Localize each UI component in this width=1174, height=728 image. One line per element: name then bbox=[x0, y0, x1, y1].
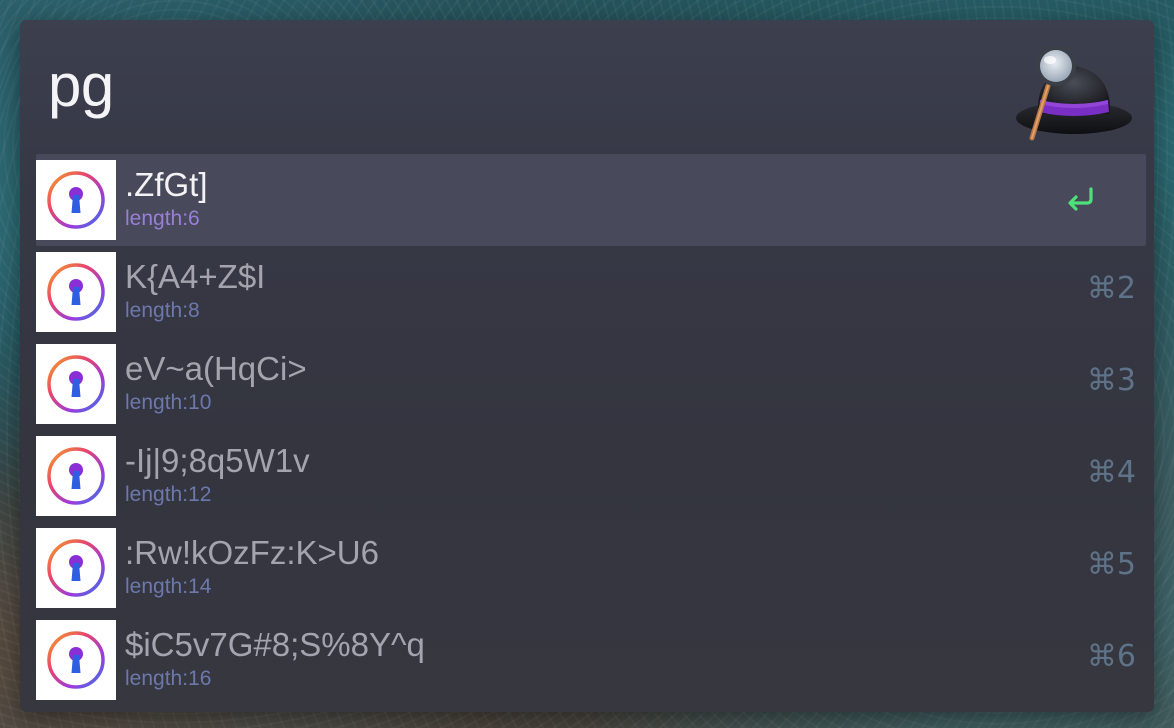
result-row-3[interactable]: eV~a(HqCi> length:10 ⌘3 bbox=[36, 338, 1146, 430]
result-row-6[interactable]: $iC5v7G#8;S%8Y^q length:16 ⌘6 bbox=[36, 614, 1146, 706]
result-title: $iC5v7G#8;S%8Y^q bbox=[125, 626, 425, 663]
search-input[interactable]: pg bbox=[48, 56, 114, 116]
result-subtitle: length:8 bbox=[125, 299, 200, 322]
shortcut-label: ⌘5 bbox=[1086, 547, 1136, 582]
result-row-5[interactable]: :Rw!kOzFz:K>U6 length:14 ⌘5 bbox=[36, 522, 1146, 614]
shortcut-label: ⌘6 bbox=[1086, 639, 1136, 674]
result-subtitle: length:12 bbox=[125, 483, 212, 506]
result-title: .ZfGt] bbox=[125, 166, 208, 203]
result-row-1[interactable]: .ZfGt] length:6 bbox=[36, 154, 1146, 246]
keyhole-icon bbox=[36, 160, 116, 240]
result-subtitle: length:14 bbox=[125, 575, 212, 598]
return-arrow-icon bbox=[1068, 187, 1093, 211]
result-subtitle: length:10 bbox=[125, 391, 212, 414]
shortcut-label: ⌘2 bbox=[1086, 271, 1136, 306]
keyhole-icon bbox=[36, 252, 116, 332]
keyhole-icon bbox=[36, 528, 116, 608]
alfred-window: pg .ZfGt] length:6 K{A4+Z$I length:8 ⌘2 … bbox=[20, 20, 1154, 712]
keyhole-icon bbox=[36, 344, 116, 424]
result-subtitle: length:16 bbox=[125, 667, 212, 690]
result-row-4[interactable]: -Ij|9;8q5W1v length:12 ⌘4 bbox=[36, 430, 1146, 522]
result-title: -Ij|9;8q5W1v bbox=[125, 442, 310, 479]
results-list: .ZfGt] length:6 K{A4+Z$I length:8 ⌘2 eV~… bbox=[36, 154, 1146, 706]
result-title: K{A4+Z$I bbox=[125, 258, 266, 295]
result-row-2[interactable]: K{A4+Z$I length:8 ⌘2 bbox=[36, 246, 1146, 338]
shortcut-label: ⌘4 bbox=[1086, 455, 1136, 490]
result-title: :Rw!kOzFz:K>U6 bbox=[125, 534, 379, 571]
result-subtitle: length:6 bbox=[125, 207, 200, 230]
result-title: eV~a(HqCi> bbox=[125, 350, 307, 387]
shortcut-label: ⌘3 bbox=[1086, 363, 1136, 398]
keyhole-icon bbox=[36, 436, 116, 516]
search-bar[interactable]: pg bbox=[20, 20, 1154, 154]
alfred-hat-logo bbox=[1016, 46, 1132, 141]
keyhole-icon bbox=[36, 620, 116, 700]
